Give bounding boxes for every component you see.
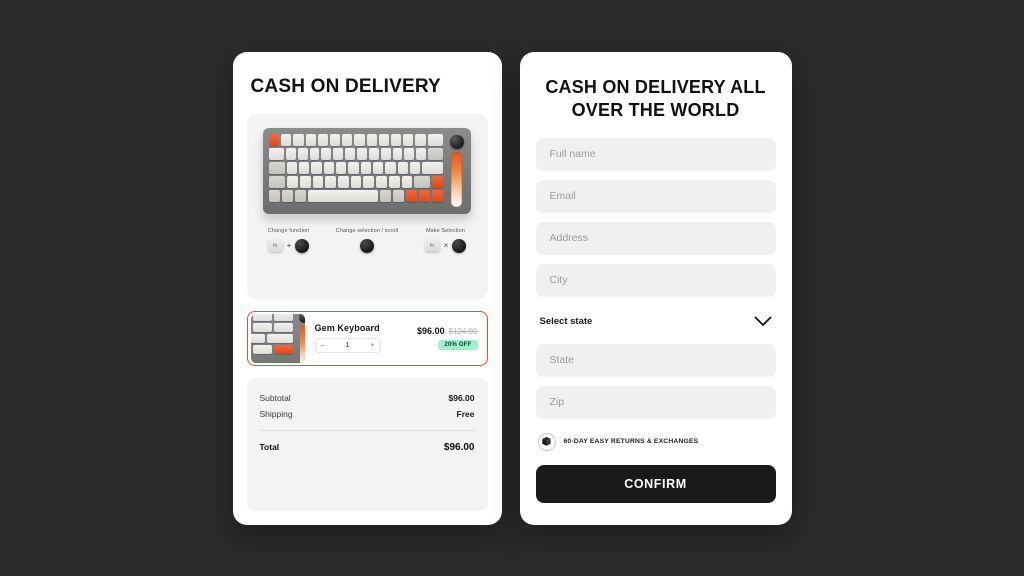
zip-field[interactable]: Zip	[535, 385, 776, 419]
summary-value: Free	[456, 408, 475, 419]
total-label: Total	[259, 442, 280, 452]
keyboard-legend: Change function fn + Change selection / …	[247, 228, 488, 253]
state-select-label: Select state	[539, 315, 593, 327]
legend-label: Change function	[267, 227, 310, 234]
increment-button[interactable]: +	[370, 342, 374, 349]
summary-label: Subtotal	[259, 392, 291, 403]
city-field[interactable]: City	[535, 263, 776, 297]
legend-item: Change function fn +	[267, 227, 310, 253]
fn-key-icon: fn	[267, 239, 283, 252]
state-select[interactable]: Select state	[536, 306, 776, 335]
page-title-right: CASH ON DELIVERY ALL OVER THE WORLD	[545, 76, 766, 120]
legend-item: Change selection / scroll	[336, 228, 398, 253]
fn-key-icon: fn	[424, 239, 440, 252]
product-thumbnail	[250, 313, 305, 363]
package-box-icon	[537, 432, 556, 451]
product-price-current: $96.00	[417, 326, 445, 336]
cost-summary: Subtotal $96.00 Shipping Free Total $96.…	[246, 377, 488, 511]
address-field[interactable]: Address	[535, 221, 776, 255]
total-value: $96.00	[443, 441, 475, 453]
quantity-stepper[interactable]: – 1 +	[314, 338, 381, 353]
thumbnail-knob-icon	[298, 313, 305, 323]
legend-operator: ×	[443, 241, 449, 250]
order-summary-card: CASH ON DELIVERY Change function fn + Ch…	[232, 51, 502, 525]
summary-row-total: Total $96.00	[260, 439, 475, 456]
discount-badge: 20% OFF	[438, 340, 478, 350]
keyboard-illustration	[263, 127, 471, 214]
thumbnail-slider-icon	[299, 324, 305, 363]
legend-label: Make Selection	[425, 227, 465, 234]
legend-label: Change selection / scroll	[335, 227, 399, 234]
knob-icon	[359, 238, 374, 253]
delivery-form: Full name Email Address City Select stat…	[535, 137, 776, 419]
decrement-button[interactable]: –	[321, 342, 325, 349]
summary-row-shipping: Shipping Free	[260, 406, 475, 422]
quantity-value: 1	[345, 342, 350, 349]
summary-label: Shipping	[259, 408, 293, 419]
keyboard-slider-icon	[451, 151, 462, 207]
state-field[interactable]: State	[535, 343, 776, 377]
summary-divider	[259, 429, 475, 431]
delivery-form-card: CASH ON DELIVERY ALL OVER THE WORLD Full…	[519, 51, 792, 525]
checkout-screen: CASH ON DELIVERY Change function fn + Ch…	[0, 0, 1024, 576]
summary-value: $96.00	[448, 392, 475, 403]
product-line-item[interactable]: Gem Keyboard – 1 + $96.00 $124.00 20% OF…	[246, 310, 488, 366]
knob-icon	[452, 238, 467, 253]
knob-icon	[295, 238, 310, 253]
product-price-original: $124.00	[448, 327, 478, 336]
page-title-left: CASH ON DELIVERY	[250, 75, 441, 97]
returns-note: 60-DAY EASY RETURNS & EXCHANGES	[536, 419, 776, 451]
chevron-down-icon[interactable]	[754, 316, 772, 327]
full-name-field[interactable]: Full name	[535, 137, 776, 171]
confirm-button[interactable]: CONFIRM	[535, 464, 776, 503]
legend-operator: +	[286, 241, 292, 250]
summary-row-subtotal: Subtotal $96.00	[260, 390, 475, 406]
keyboard-knob-icon	[449, 134, 464, 149]
returns-text: 60-DAY EASY RETURNS & EXCHANGES	[563, 438, 699, 446]
product-name: Gem Keyboard	[314, 323, 380, 333]
legend-item: Make Selection fn ×	[424, 227, 467, 253]
product-hero: Change function fn + Change selection / …	[246, 113, 488, 299]
email-field[interactable]: Email	[535, 179, 776, 213]
